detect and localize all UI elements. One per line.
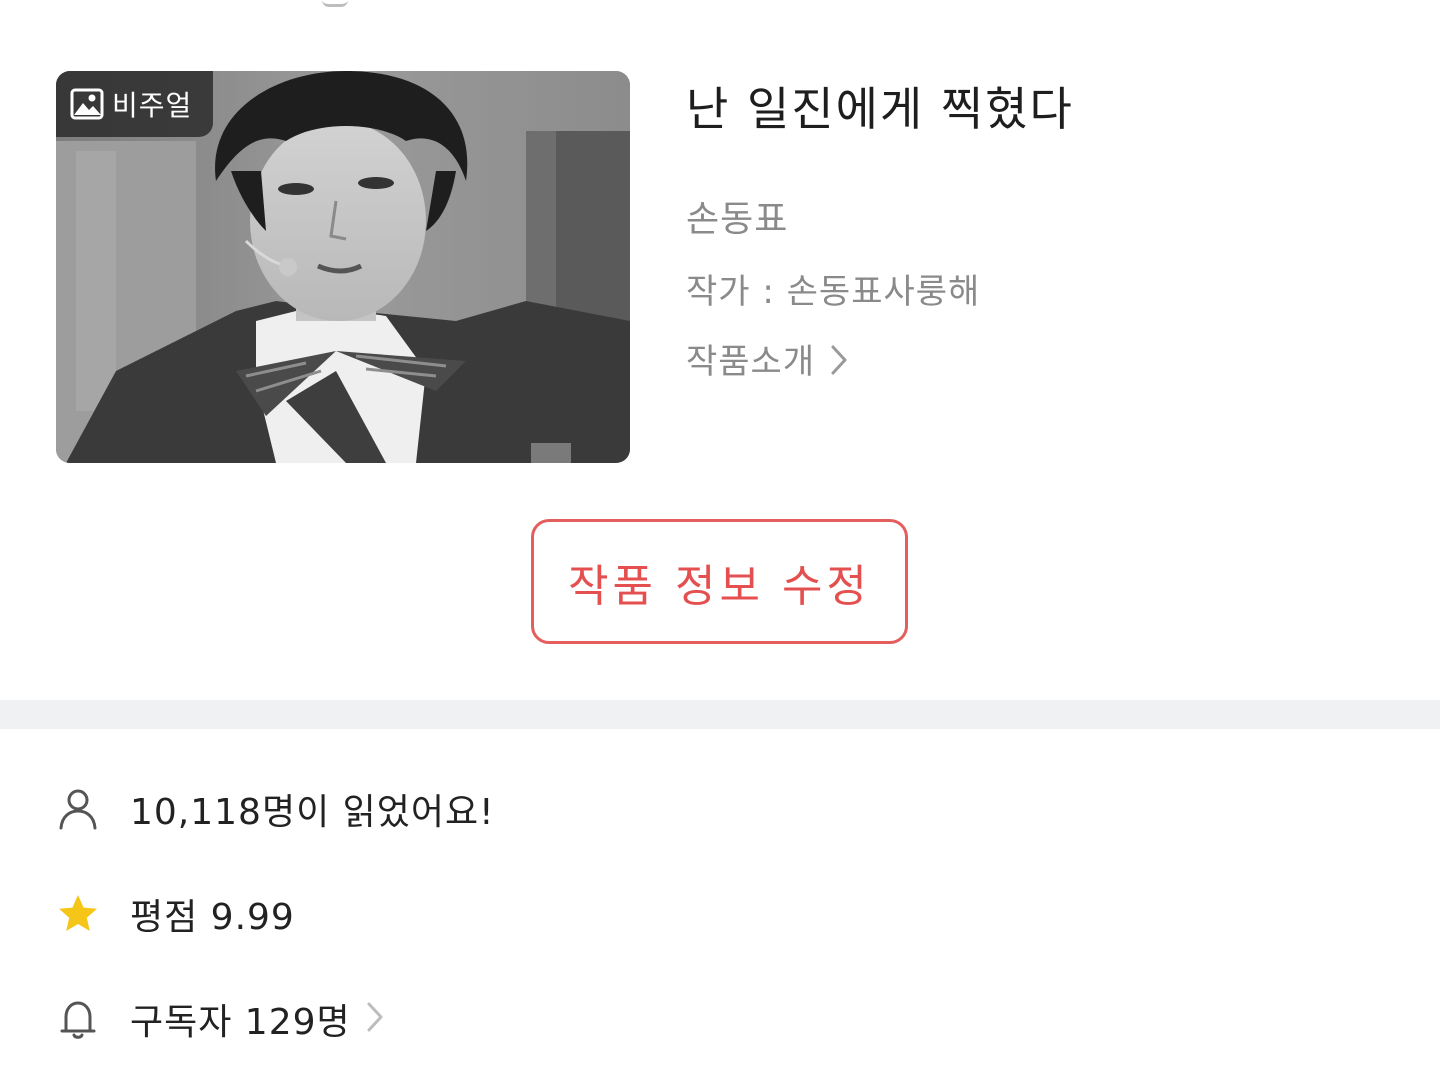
bell-icon [56,997,100,1041]
section-divider [0,700,1440,729]
visual-badge-label: 비주얼 [112,89,193,122]
work-title: 난 일진에게 찍혔다 [686,82,1074,136]
work-info: 난 일진에게 찍혔다 손동표 작가 : 손동표사룽해 작품소개 [686,72,1406,388]
work-intro-label: 작품소개 [686,342,816,382]
edit-work-info-label: 작품 정보 수정 [568,560,871,612]
edit-work-info-button[interactable]: 작품 정보 수정 [531,519,908,644]
image-icon [70,87,104,121]
rating-row: 평점 9.99 [56,884,756,944]
rating-value: 평점 9.99 [130,897,295,938]
cover-image[interactable]: 비주얼 [56,71,630,463]
readers-row: 10,118명이 읽었어요! [56,779,756,839]
work-author[interactable]: 작가 : 손동표사룽해 [686,266,1406,318]
person-icon [56,787,100,831]
subscribers-link[interactable]: 구독자 129명 [130,993,385,1045]
work-detail-page: 비주얼 난 일진에게 찍혔다 손동표 작가 : 손동표사룽해 작품소개 작품 정… [0,0,1440,1080]
readers-count: 10,118명이 읽었어요! [130,792,495,833]
subscribers-row[interactable]: 구독자 129명 [56,989,756,1049]
cut-off-glyph [322,0,348,7]
work-intro-link[interactable]: 작품소개 [686,336,1406,388]
visual-badge: 비주얼 [56,71,213,137]
work-subtitle: 손동표 [686,199,789,240]
subscribers-count: 구독자 129명 [130,1002,351,1043]
chevron-right-icon [365,1000,385,1038]
chevron-right-icon [829,343,849,381]
star-icon [56,892,100,936]
